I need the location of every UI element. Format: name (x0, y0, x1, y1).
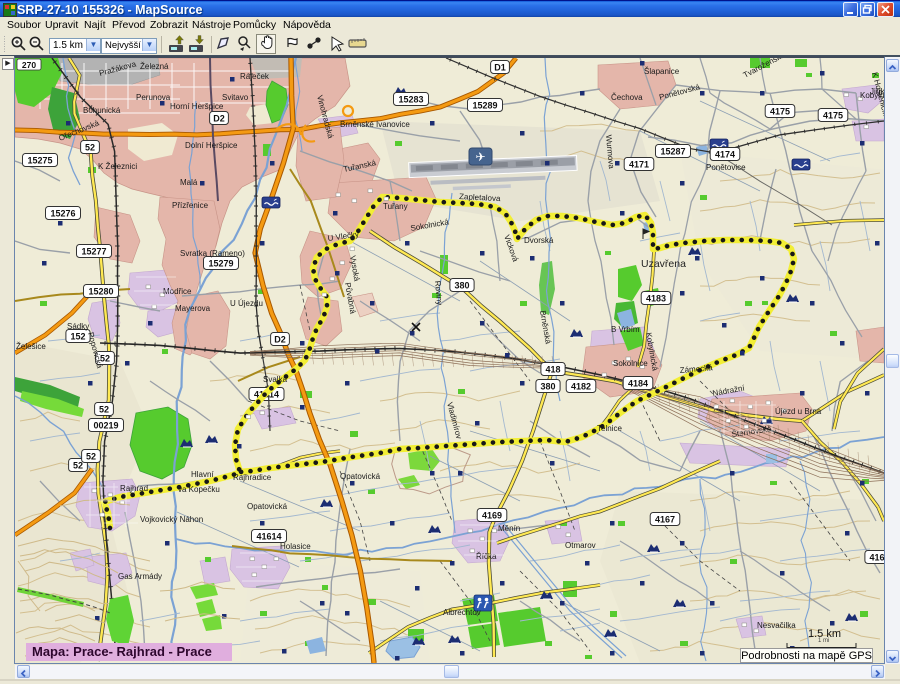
svg-text:418: 418 (545, 365, 560, 375)
svg-text:Svalka: Svalka (263, 375, 288, 384)
svg-text:Sádky: Sádky (67, 322, 89, 331)
svg-text:Malá: Malá (180, 178, 198, 187)
svg-text:Otmarov: Otmarov (565, 541, 596, 550)
svg-text:4175: 4175 (770, 107, 790, 117)
svg-text:Rajhrad: Rajhrad (120, 484, 148, 493)
svg-text:00219: 00219 (93, 421, 118, 431)
svg-text:15276: 15276 (50, 209, 75, 219)
svg-text:D2: D2 (213, 114, 225, 124)
svg-text:B Vrbím: B Vrbím (611, 325, 640, 334)
svg-text:1 mi: 1 mi (818, 638, 829, 644)
svg-text:D2: D2 (274, 335, 286, 345)
svg-text:D1: D1 (494, 63, 506, 73)
svg-text:15275: 15275 (27, 156, 52, 166)
svg-text:Svitavo: Svitavo (222, 93, 249, 102)
svg-text:Tuřany: Tuřany (383, 202, 408, 211)
svg-text:Železná: Železná (140, 62, 169, 71)
svg-text:Uzavřena: Uzavřena (641, 258, 686, 270)
svg-text:Horní Heršpice: Horní Heršpice (170, 102, 224, 111)
svg-text:Hlavní: Hlavní (191, 470, 214, 479)
svg-text:15277: 15277 (81, 247, 106, 257)
svg-text:Šlapanice: Šlapanice (644, 67, 680, 76)
svg-text:4169: 4169 (482, 511, 502, 521)
svg-text:K Železnici: K Železnici (98, 162, 137, 171)
svg-text:Ponětovice: Ponětovice (706, 163, 746, 172)
svg-text:41614: 41614 (256, 532, 281, 542)
svg-text:52: 52 (85, 143, 95, 153)
svg-text:✈: ✈ (475, 150, 485, 164)
svg-text:Opatovická: Opatovická (340, 472, 381, 481)
svg-text:Dvorská: Dvorská (524, 236, 554, 245)
svg-text:52: 52 (73, 461, 83, 471)
svg-text:Sokolnice: Sokolnice (613, 359, 648, 368)
svg-text:380: 380 (454, 281, 469, 291)
svg-text:Vojkovický Náhon: Vojkovický Náhon (140, 515, 203, 524)
svg-text:52: 52 (86, 452, 96, 462)
svg-text:Rajhradice: Rajhradice (233, 473, 272, 482)
svg-text:Opatovická: Opatovická (247, 502, 288, 511)
svg-text:52: 52 (99, 405, 109, 415)
svg-text:Želešice: Želešice (16, 342, 46, 351)
svg-text:Brněnské Ivanovice: Brněnské Ivanovice (340, 120, 410, 129)
svg-text:15287: 15287 (660, 147, 685, 157)
svg-text:Měnín: Měnín (498, 524, 520, 533)
svg-text:Dolní Heršpice: Dolní Heršpice (185, 141, 238, 150)
svg-text:4182: 4182 (571, 382, 591, 392)
svg-text:Telnice: Telnice (597, 424, 622, 433)
svg-text:4183: 4183 (646, 294, 666, 304)
svg-text:15279: 15279 (208, 259, 233, 269)
svg-text:15289: 15289 (472, 101, 497, 111)
svg-text:va Kopečku: va Kopečku (178, 485, 220, 494)
svg-text:416: 416 (869, 553, 884, 563)
svg-text:Albrechtov: Albrechtov (443, 608, 481, 617)
svg-text:270: 270 (22, 60, 36, 70)
svg-text:Říčka: Říčka (476, 552, 497, 561)
svg-text:152: 152 (70, 332, 85, 342)
svg-text:Perunova: Perunova (136, 93, 171, 102)
svg-text:Gas Armády: Gas Armády (118, 572, 162, 581)
svg-text:Újezd u Brna: Újezd u Brna (775, 407, 822, 416)
svg-text:Čechova: Čechova (611, 93, 643, 102)
svg-text:Ráječek: Ráječek (240, 72, 270, 81)
svg-text:4175: 4175 (823, 111, 843, 121)
svg-text:380: 380 (540, 382, 555, 392)
svg-text:Bohunická: Bohunická (83, 106, 121, 115)
svg-text:Mayerova: Mayerova (175, 304, 211, 313)
svg-text:4171: 4171 (629, 160, 649, 170)
svg-text:Modřice: Modřice (163, 287, 192, 296)
svg-text:4174: 4174 (715, 150, 735, 160)
svg-text:15280: 15280 (88, 287, 113, 297)
svg-text:4184: 4184 (628, 379, 648, 389)
svg-text:U Újezdu: U Újezdu (230, 299, 263, 308)
svg-text:Holasice: Holasice (280, 542, 311, 551)
svg-text:Přízřenice: Přízřenice (172, 201, 209, 210)
svg-text:4167: 4167 (655, 515, 675, 525)
svg-text:15283: 15283 (398, 95, 423, 105)
svg-text:Svratka (Rameno): Svratka (Rameno) (180, 249, 245, 258)
